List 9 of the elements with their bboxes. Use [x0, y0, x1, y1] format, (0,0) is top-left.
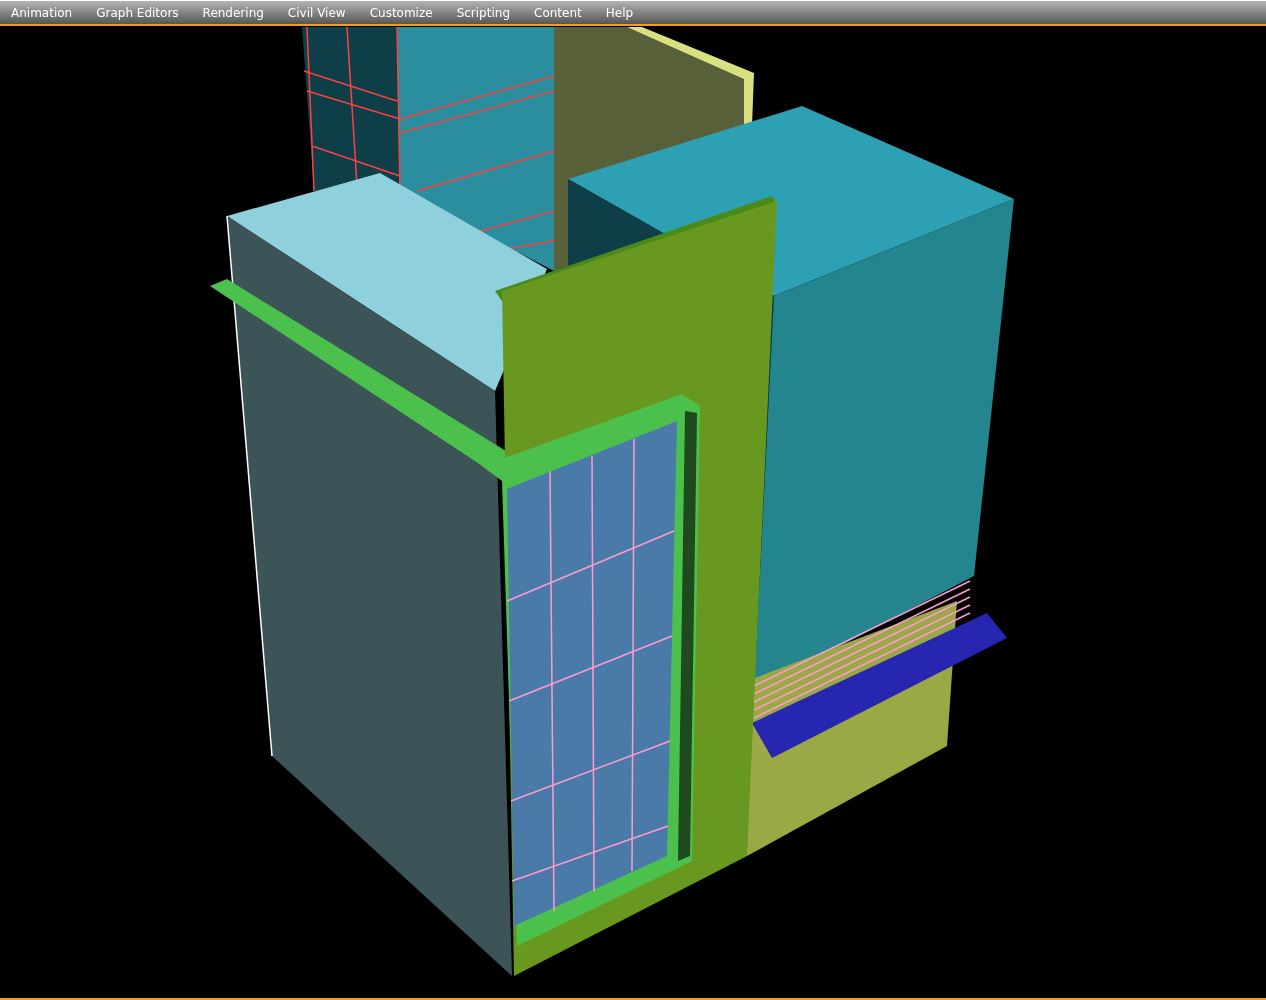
viewport[interactable]: [0, 24, 1266, 1000]
menu-item[interactable]: Civil View: [280, 3, 353, 22]
menu-item[interactable]: Scripting: [449, 3, 517, 22]
menu-item[interactable]: Animation: [4, 3, 80, 22]
menu-item[interactable]: Graph Editors: [89, 3, 186, 22]
menu-item[interactable]: Customize: [362, 3, 440, 22]
menu-item[interactable]: Help: [598, 3, 641, 22]
menu-item[interactable]: Content: [527, 3, 589, 22]
menu-item[interactable]: Rendering: [195, 3, 271, 22]
